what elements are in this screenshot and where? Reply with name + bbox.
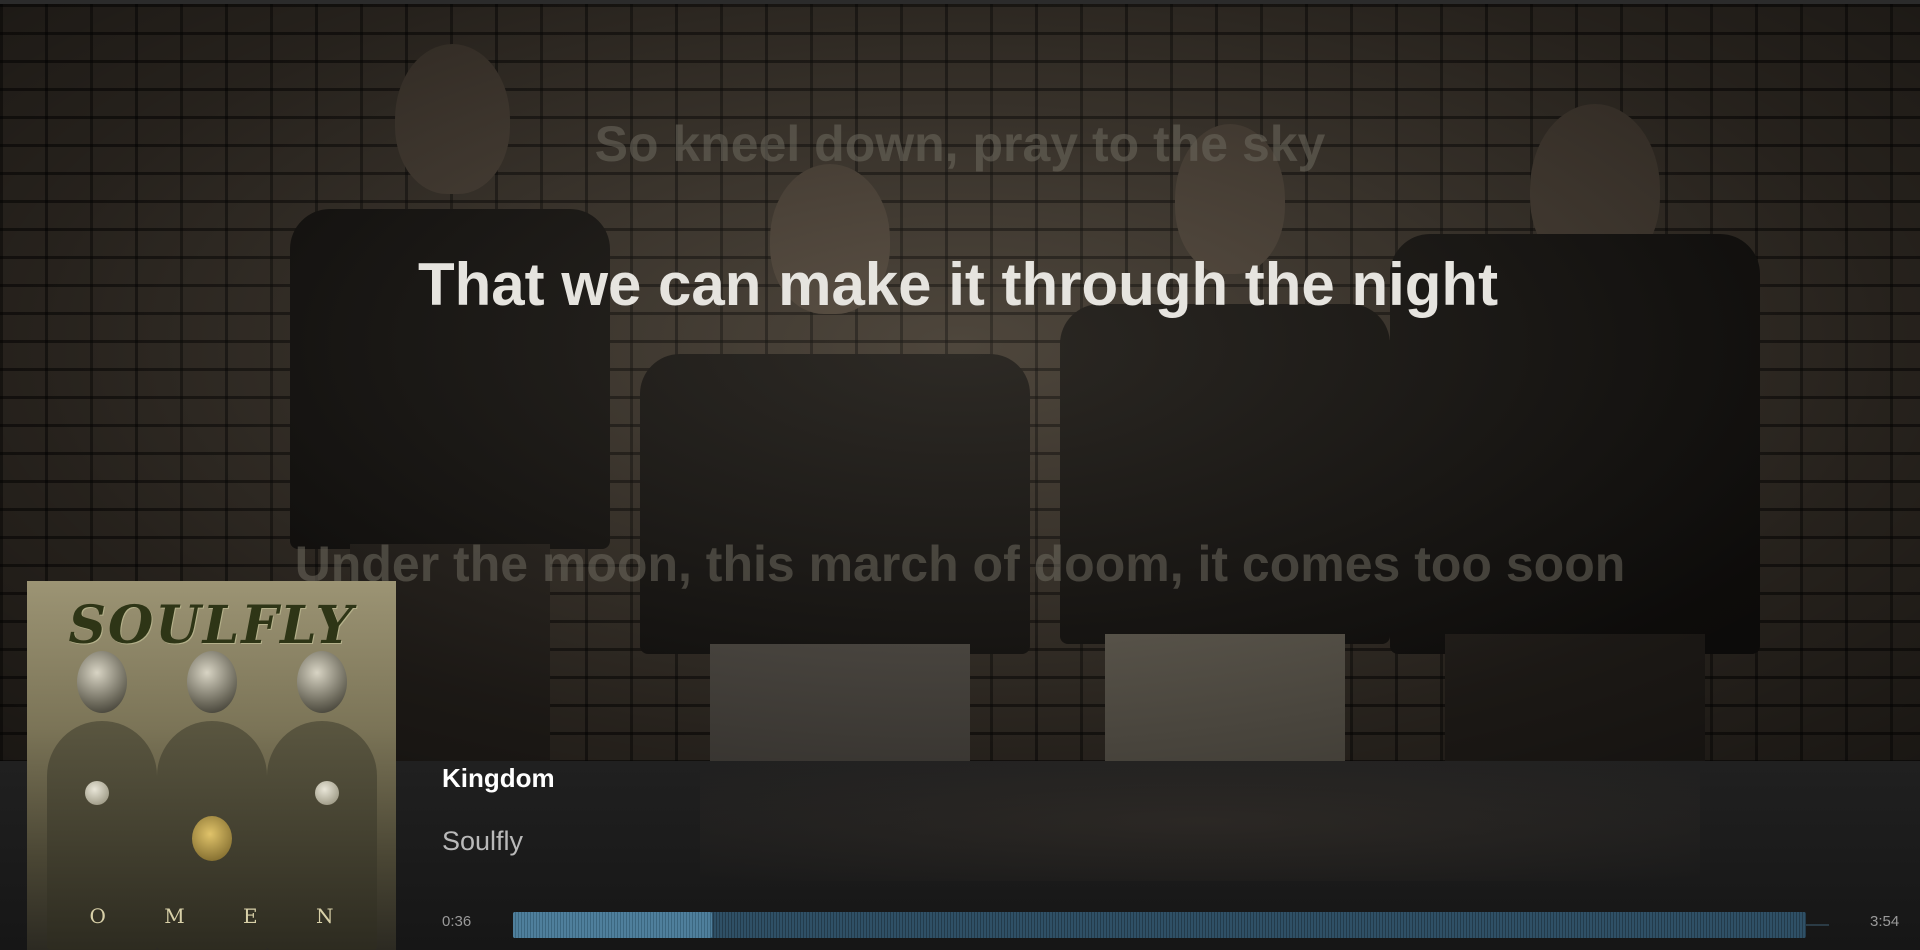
track-title: Kingdom [442, 763, 555, 793]
lyric-current-line: That we can make it through the night [418, 251, 1499, 318]
lyric-previous-line: So kneel down, pray to the sky [594, 116, 1326, 172]
waveform-tail [1806, 924, 1829, 926]
album-art-title: O M E N [89, 904, 360, 928]
album-art-band-logo: SOULFLY [68, 595, 355, 656]
total-time: 3:54 [1870, 913, 1900, 930]
player-bar-glow [700, 761, 1700, 881]
elapsed-time: 0:36 [442, 913, 472, 930]
track-artist[interactable]: Soulfly [442, 826, 523, 857]
album-art: SOULFLY O M E N [27, 581, 396, 950]
waveform-seek-bar[interactable] [513, 909, 1829, 941]
waveform-played [513, 912, 712, 938]
